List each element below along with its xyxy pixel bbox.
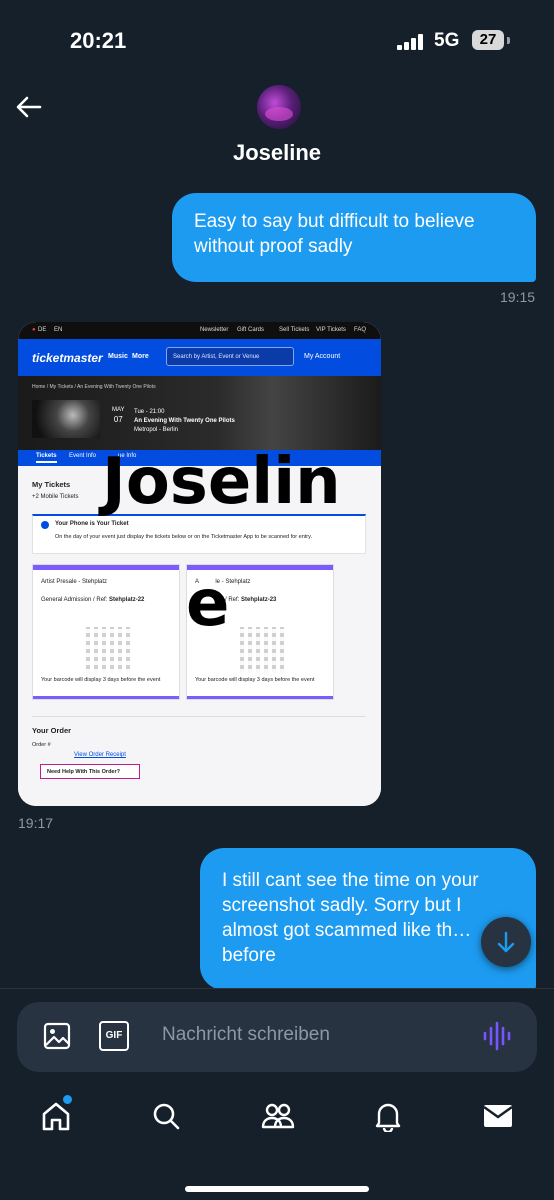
info-title: Your Phone is Your Ticket [55, 521, 129, 527]
ticket-ref-label: General Admission / Ref: [41, 597, 110, 603]
order-number: Order # [32, 742, 51, 748]
qr-placeholder [240, 627, 286, 673]
tm-top-bar: ● DE EN Newsletter Gift Cards Sell Ticke… [18, 322, 381, 339]
ticket-ref: Stehplatz-22 [109, 597, 145, 603]
messages-icon[interactable] [482, 1102, 514, 1135]
lang-en: EN [54, 327, 63, 333]
flag-icon: ● [32, 327, 36, 333]
message-input[interactable]: Nachricht schreiben [162, 1024, 330, 1046]
received-image[interactable]: ● DE EN Newsletter Gift Cards Sell Ticke… [18, 322, 381, 806]
message-time: 19:15 [500, 289, 536, 305]
tm-hero: Home / My Tickets / An Evening With Twen… [18, 376, 381, 450]
divider [32, 716, 366, 717]
help-button: Need Help With This Order? [40, 764, 140, 779]
watermark-text: e [186, 567, 230, 641]
event-info: Tue - 21:00 An Evening With Twenty One P… [134, 408, 235, 435]
info-box: Your Phone is Your Ticket On the day of … [32, 514, 366, 554]
tm-breadcrumb: Home / My Tickets / An Evening With Twen… [32, 384, 156, 390]
event-thumbnail [32, 400, 100, 438]
receipt-link: View Order Receipt [74, 752, 126, 758]
barcode-note: Your barcode will display 3 days before … [195, 677, 315, 683]
event-month: MAY [112, 407, 125, 413]
signal-icon [397, 34, 427, 50]
info-text: On the day of your event just display th… [55, 534, 313, 540]
tm-account: My Account [304, 353, 341, 360]
message-time: 19:17 [18, 815, 54, 831]
event-venue: Metropol - Berlin [134, 427, 179, 433]
scroll-down-icon[interactable] [481, 917, 531, 967]
my-tickets-heading: My Tickets [32, 480, 71, 489]
tm-tab-event-info: Event Info [69, 453, 97, 459]
order-title: Your Order [32, 726, 72, 735]
tm-tab-tickets: Tickets [36, 453, 57, 463]
contact-name[interactable]: Joseline [0, 140, 554, 166]
ticket-card: Artist Presale - Stehplatz General Admis… [32, 564, 180, 700]
event-date: MAY 07 [112, 406, 125, 424]
communities-icon[interactable] [260, 1100, 296, 1137]
sell-tickets-link: Sell Tickets [279, 327, 310, 333]
vip-tickets-link: VIP Tickets [316, 327, 346, 333]
mobile-tickets: +2 Mobile Tickets [32, 494, 79, 500]
avatar[interactable] [257, 85, 301, 129]
ticket-type: Artist Presale - Stehplatz [41, 579, 108, 585]
qr-placeholder [86, 627, 132, 673]
gif-icon[interactable]: GIF [99, 1021, 129, 1051]
image-icon[interactable] [42, 1021, 72, 1056]
event-title: An Evening With Twenty One Pilots [134, 418, 235, 424]
notification-dot [61, 1093, 74, 1106]
sent-message[interactable]: Easy to say but difficult to believe wit… [172, 193, 536, 282]
ticket-ref: Stehplatz-23 [241, 597, 277, 603]
tm-more: More [132, 353, 149, 360]
status-time: 20:21 [70, 28, 127, 53]
event-day: 07 [113, 415, 123, 424]
event-time: Tue - 21:00 [134, 409, 165, 415]
network-type: 5G [434, 30, 460, 51]
battery-icon: 27 [472, 30, 504, 50]
battery-tip [507, 37, 510, 44]
gift-cards-link: Gift Cards [237, 327, 265, 333]
tm-music: Music [108, 353, 128, 360]
barcode-note: Your barcode will display 3 days before … [41, 677, 161, 683]
tm-logo: ticketmaster [32, 351, 103, 365]
back-arrow-icon[interactable] [14, 92, 44, 122]
tm-search: Search by Artist, Event or Venue [166, 347, 294, 366]
info-icon [41, 521, 49, 529]
search-icon[interactable] [150, 1100, 182, 1137]
lang-de: DE [38, 327, 47, 333]
newsletter-link: Newsletter [200, 327, 229, 333]
tm-nav: ticketmaster Music More Search by Artist… [18, 339, 381, 376]
voice-icon[interactable] [482, 1020, 512, 1057]
watermark-text: Joselin [102, 445, 341, 519]
home-indicator [185, 1186, 369, 1192]
notifications-icon[interactable] [372, 1100, 404, 1137]
faq-link: FAQ [354, 327, 367, 333]
